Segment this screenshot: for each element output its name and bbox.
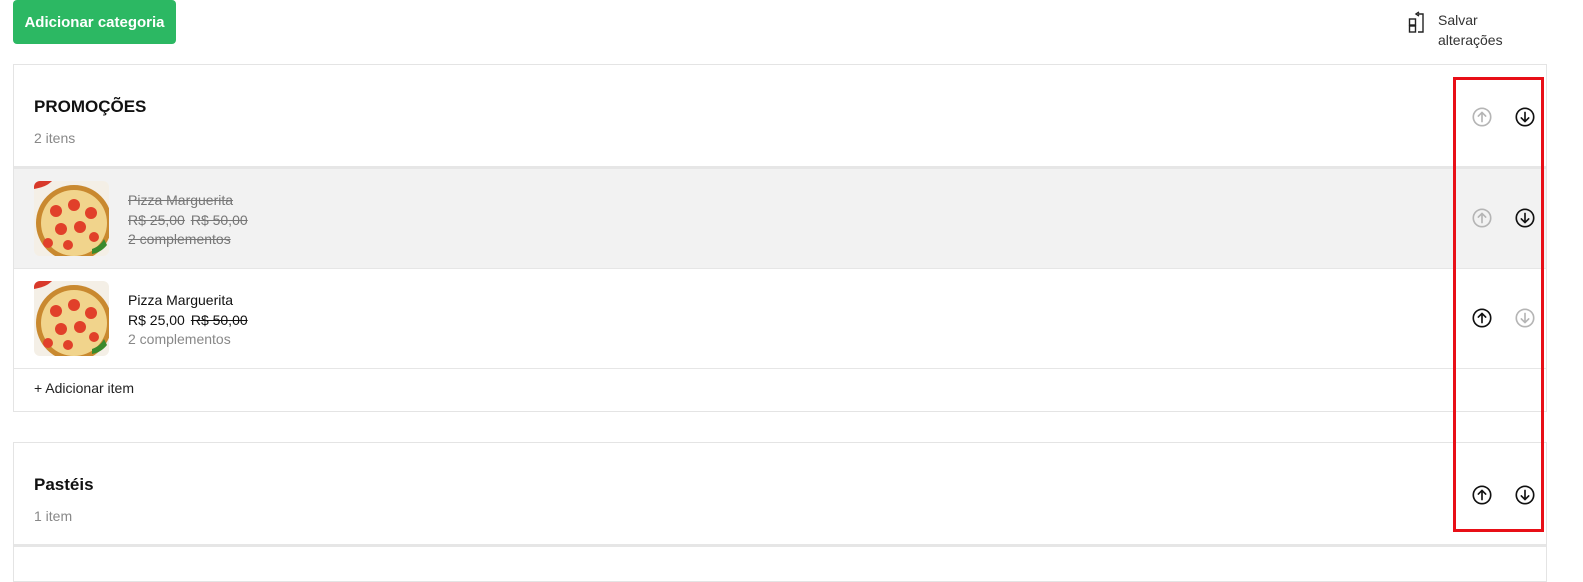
- item-addons: 2 complementos: [128, 331, 231, 347]
- item-name: Pizza Marguerita: [128, 192, 234, 208]
- pizza-image: [34, 181, 109, 256]
- arrow-down-circle-icon: [1514, 484, 1536, 506]
- item-prices: R$ 25,00 R$ 50,00: [128, 311, 248, 331]
- pizza-image: [34, 281, 109, 356]
- move-item-up-button[interactable]: [1471, 207, 1493, 229]
- category-header: PROMOÇÕES 2 itens: [14, 65, 1546, 169]
- item-old-price: R$ 50,00: [190, 311, 248, 328]
- save-changes-button[interactable]: Salvar alterações: [1408, 10, 1503, 50]
- item-details: Pizza Marguerita R$ 25,00 R$ 50,00 2 comp…: [128, 291, 248, 350]
- arrow-up-circle-icon: [1471, 106, 1493, 128]
- save-label-line1: Salvar: [1438, 12, 1478, 28]
- move-item-down-button[interactable]: [1514, 307, 1536, 329]
- item-old-price: R$ 50,00: [190, 211, 248, 228]
- add-category-button[interactable]: Adicionar categoria: [13, 0, 176, 44]
- item-price: R$ 25,00: [128, 211, 185, 228]
- move-item-up-button[interactable]: [1471, 307, 1493, 329]
- item-addons: 2 complementos: [128, 231, 231, 247]
- category-name: Pastéis: [34, 475, 94, 494]
- category-item-count: 1 item: [34, 508, 73, 524]
- arrow-down-circle-icon: [1514, 106, 1536, 128]
- item-details: Pizza Marguerita R$ 25,00 R$ 50,00 2 comp…: [128, 191, 248, 250]
- move-category-up-button[interactable]: [1471, 484, 1493, 506]
- arrow-up-circle-icon: [1471, 207, 1493, 229]
- item-thumbnail: [34, 281, 109, 356]
- item-prices: R$ 25,00 R$ 50,00: [128, 211, 248, 231]
- add-item-link[interactable]: + Adicionar item: [34, 380, 134, 396]
- category-item-count: 2 itens: [34, 130, 76, 146]
- save-changes-label: Salvar alterações: [1438, 10, 1503, 50]
- arrow-down-circle-icon: [1514, 207, 1536, 229]
- save-reorder-icon: [1408, 11, 1424, 33]
- arrow-down-circle-icon: [1514, 307, 1536, 329]
- category-card-promocoes: PROMOÇÕES 2 itens Pizza Marguerita R$ 25…: [13, 64, 1547, 412]
- item-name: Pizza Marguerita: [128, 292, 234, 308]
- category-card-pasteis: Pastéis 1 item: [13, 442, 1547, 582]
- move-category-down-button[interactable]: [1514, 106, 1536, 128]
- item-thumbnail: [34, 181, 109, 256]
- list-item[interactable]: Pizza Marguerita R$ 25,00 R$ 50,00 2 comp…: [14, 169, 1546, 269]
- item-price: R$ 25,00: [128, 311, 185, 328]
- move-category-up-button[interactable]: [1471, 106, 1493, 128]
- category-header: Pastéis 1 item: [14, 443, 1546, 547]
- arrow-up-circle-icon: [1471, 484, 1493, 506]
- move-item-down-button[interactable]: [1514, 207, 1536, 229]
- move-category-down-button[interactable]: [1514, 484, 1536, 506]
- arrow-up-circle-icon: [1471, 307, 1493, 329]
- category-name: PROMOÇÕES: [34, 97, 147, 116]
- add-item-row: + Adicionar item: [14, 369, 1546, 409]
- list-item[interactable]: Pizza Marguerita R$ 25,00 R$ 50,00 2 comp…: [14, 269, 1546, 369]
- save-label-line2: alterações: [1438, 32, 1503, 48]
